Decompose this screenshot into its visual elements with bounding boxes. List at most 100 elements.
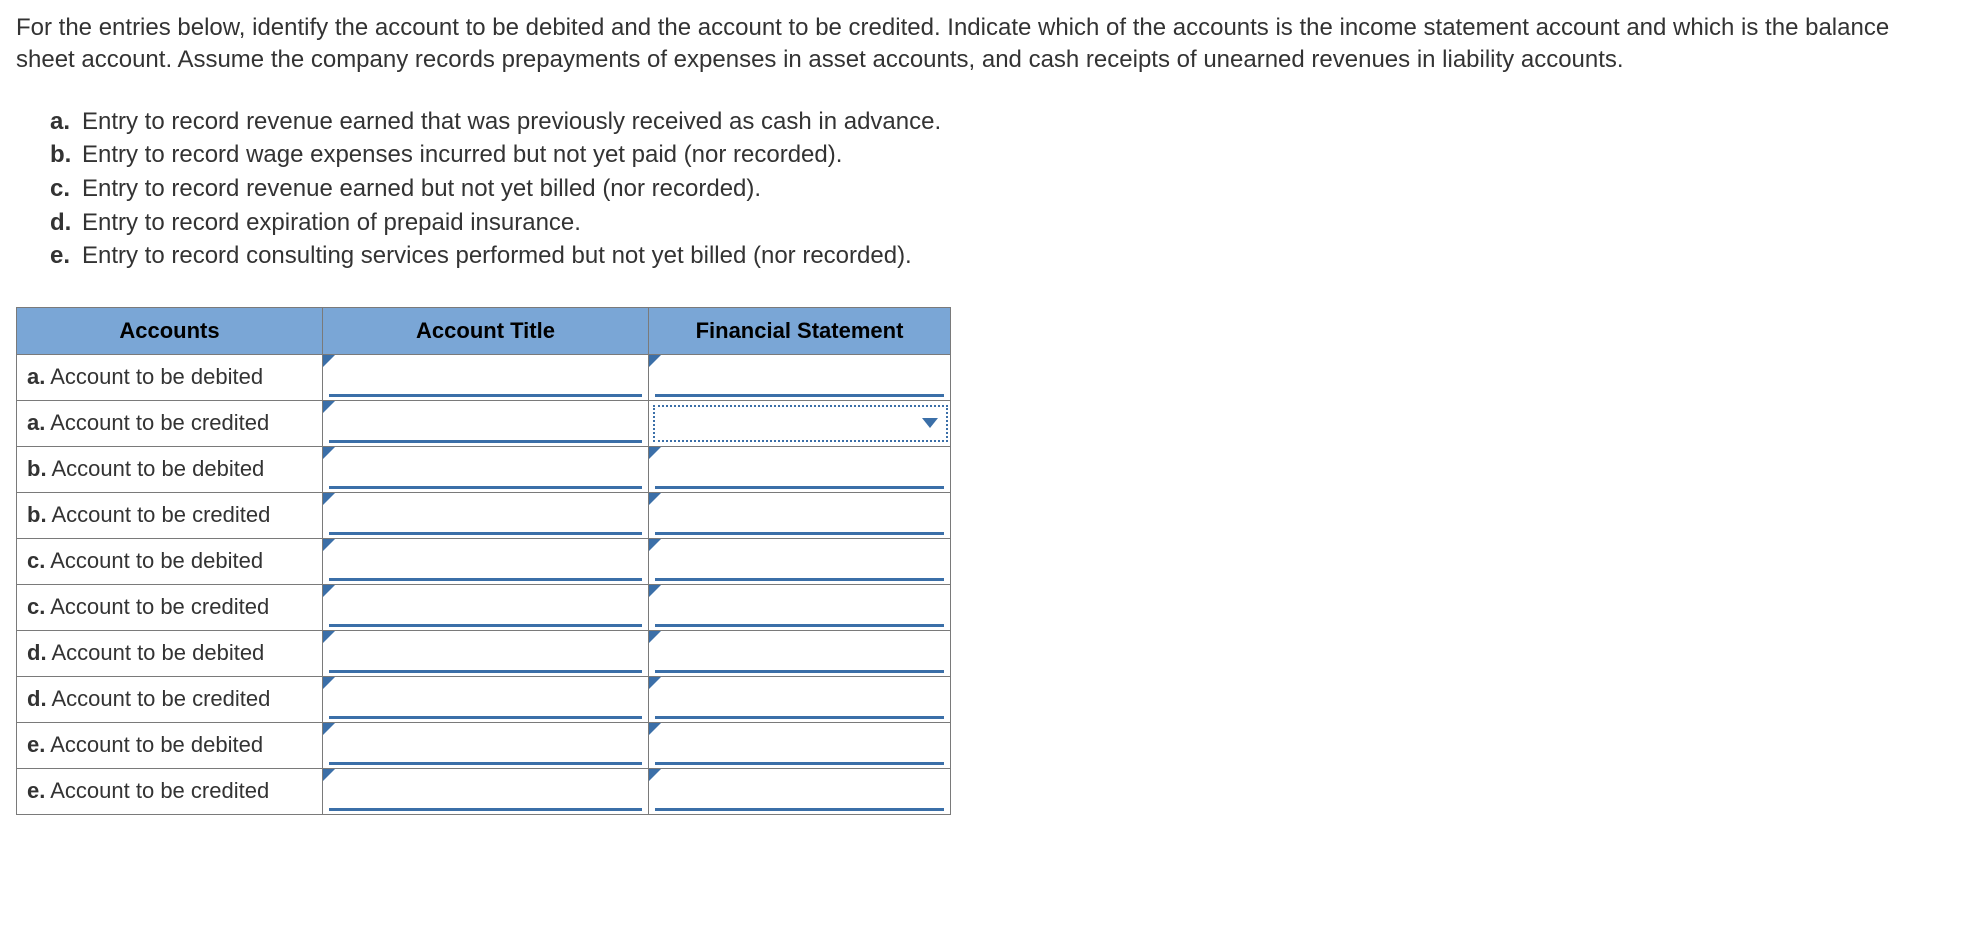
dropdown-underline <box>655 624 944 627</box>
dropdown-underline <box>329 808 642 811</box>
entry-item: e.Entry to record consulting services pe… <box>50 239 1962 273</box>
dropdown-indicator-icon <box>649 769 661 781</box>
table-row: a. Account to be credited <box>17 400 951 446</box>
entry-text: Entry to record revenue earned but not y… <box>82 172 761 206</box>
entry-text: Entry to record revenue earned that was … <box>82 105 941 139</box>
entry-text: Entry to record consulting services perf… <box>82 239 912 273</box>
entry-item: b.Entry to record wage expenses incurred… <box>50 138 1962 172</box>
table-row: a. Account to be debited <box>17 354 951 400</box>
dropdown-indicator-icon <box>649 723 661 735</box>
account-title-dropdown[interactable] <box>323 354 649 400</box>
answer-table: Accounts Account Title Financial Stateme… <box>16 307 951 815</box>
dropdown-underline <box>329 394 642 397</box>
dropdown-underline <box>655 808 944 811</box>
entry-item: d.Entry to record expiration of prepaid … <box>50 206 1962 240</box>
table-row: e. Account to be credited <box>17 768 951 814</box>
dropdown-underline <box>329 440 642 443</box>
table-row: d. Account to be credited <box>17 676 951 722</box>
entries-list: a.Entry to record revenue earned that wa… <box>50 105 1962 273</box>
dropdown-underline <box>655 762 944 765</box>
dropdown-indicator-icon <box>323 585 335 597</box>
entry-letter: a. <box>50 105 82 139</box>
row-letter: b. <box>27 502 47 527</box>
header-accounts: Accounts <box>17 307 323 354</box>
financial-statement-dropdown[interactable] <box>649 538 951 584</box>
table-row: b. Account to be credited <box>17 492 951 538</box>
financial-statement-dropdown[interactable] <box>649 446 951 492</box>
chevron-down-icon <box>922 418 938 428</box>
accounts-label-cell: a. Account to be credited <box>17 400 323 446</box>
dropdown-underline <box>329 762 642 765</box>
account-title-dropdown[interactable] <box>323 630 649 676</box>
financial-statement-dropdown[interactable] <box>649 354 951 400</box>
row-label-text: Account to be debited <box>45 548 263 573</box>
account-title-dropdown[interactable] <box>323 768 649 814</box>
row-letter: e. <box>27 778 45 803</box>
dropdown-underline <box>655 486 944 489</box>
row-letter: b. <box>27 456 47 481</box>
row-label-text: Account to be debited <box>45 732 263 757</box>
accounts-label-cell: d. Account to be credited <box>17 676 323 722</box>
dropdown-underline <box>655 670 944 673</box>
accounts-label-cell: d. Account to be debited <box>17 630 323 676</box>
financial-statement-dropdown[interactable] <box>649 584 951 630</box>
accounts-label-cell: e. Account to be credited <box>17 768 323 814</box>
entry-letter: b. <box>50 138 82 172</box>
dropdown-indicator-icon <box>649 493 661 505</box>
table-row: c. Account to be credited <box>17 584 951 630</box>
entry-text: Entry to record expiration of prepaid in… <box>82 206 581 240</box>
financial-statement-dropdown[interactable] <box>649 768 951 814</box>
active-dropdown-outline <box>653 405 948 442</box>
accounts-label-cell: b. Account to be credited <box>17 492 323 538</box>
row-letter: d. <box>27 640 47 665</box>
table-row: d. Account to be debited <box>17 630 951 676</box>
financial-statement-dropdown[interactable] <box>649 676 951 722</box>
entry-text: Entry to record wage expenses incurred b… <box>82 138 842 172</box>
table-row: b. Account to be debited <box>17 446 951 492</box>
row-label-text: Account to be credited <box>45 778 269 803</box>
dropdown-indicator-icon <box>323 631 335 643</box>
header-financial-statement: Financial Statement <box>649 307 951 354</box>
dropdown-underline <box>655 716 944 719</box>
row-label-text: Account to be credited <box>47 502 271 527</box>
accounts-label-cell: c. Account to be debited <box>17 538 323 584</box>
dropdown-underline <box>329 624 642 627</box>
row-letter: c. <box>27 594 45 619</box>
financial-statement-dropdown[interactable] <box>649 722 951 768</box>
accounts-label-cell: c. Account to be credited <box>17 584 323 630</box>
entry-letter: e. <box>50 239 82 273</box>
row-label-text: Account to be credited <box>45 594 269 619</box>
table-row: e. Account to be debited <box>17 722 951 768</box>
dropdown-indicator-icon <box>649 585 661 597</box>
dropdown-indicator-icon <box>323 539 335 551</box>
dropdown-underline <box>329 716 642 719</box>
dropdown-underline <box>329 486 642 489</box>
financial-statement-dropdown[interactable] <box>649 400 951 446</box>
dropdown-indicator-icon <box>649 355 661 367</box>
row-label-text: Account to be credited <box>47 686 271 711</box>
row-label-text: Account to be credited <box>45 410 269 435</box>
account-title-dropdown[interactable] <box>323 538 649 584</box>
account-title-dropdown[interactable] <box>323 446 649 492</box>
dropdown-indicator-icon <box>649 677 661 689</box>
account-title-dropdown[interactable] <box>323 492 649 538</box>
dropdown-indicator-icon <box>323 355 335 367</box>
entry-letter: c. <box>50 172 82 206</box>
dropdown-underline <box>655 578 944 581</box>
account-title-dropdown[interactable] <box>323 676 649 722</box>
row-label-text: Account to be debited <box>47 456 265 481</box>
dropdown-indicator-icon <box>323 769 335 781</box>
financial-statement-dropdown[interactable] <box>649 630 951 676</box>
account-title-dropdown[interactable] <box>323 722 649 768</box>
account-title-dropdown[interactable] <box>323 400 649 446</box>
row-letter: c. <box>27 548 45 573</box>
header-account-title: Account Title <box>323 307 649 354</box>
dropdown-underline <box>329 532 642 535</box>
accounts-label-cell: e. Account to be debited <box>17 722 323 768</box>
dropdown-underline <box>655 532 944 535</box>
row-letter: d. <box>27 686 47 711</box>
financial-statement-dropdown[interactable] <box>649 492 951 538</box>
row-label-text: Account to be debited <box>47 640 265 665</box>
entry-letter: d. <box>50 206 82 240</box>
account-title-dropdown[interactable] <box>323 584 649 630</box>
